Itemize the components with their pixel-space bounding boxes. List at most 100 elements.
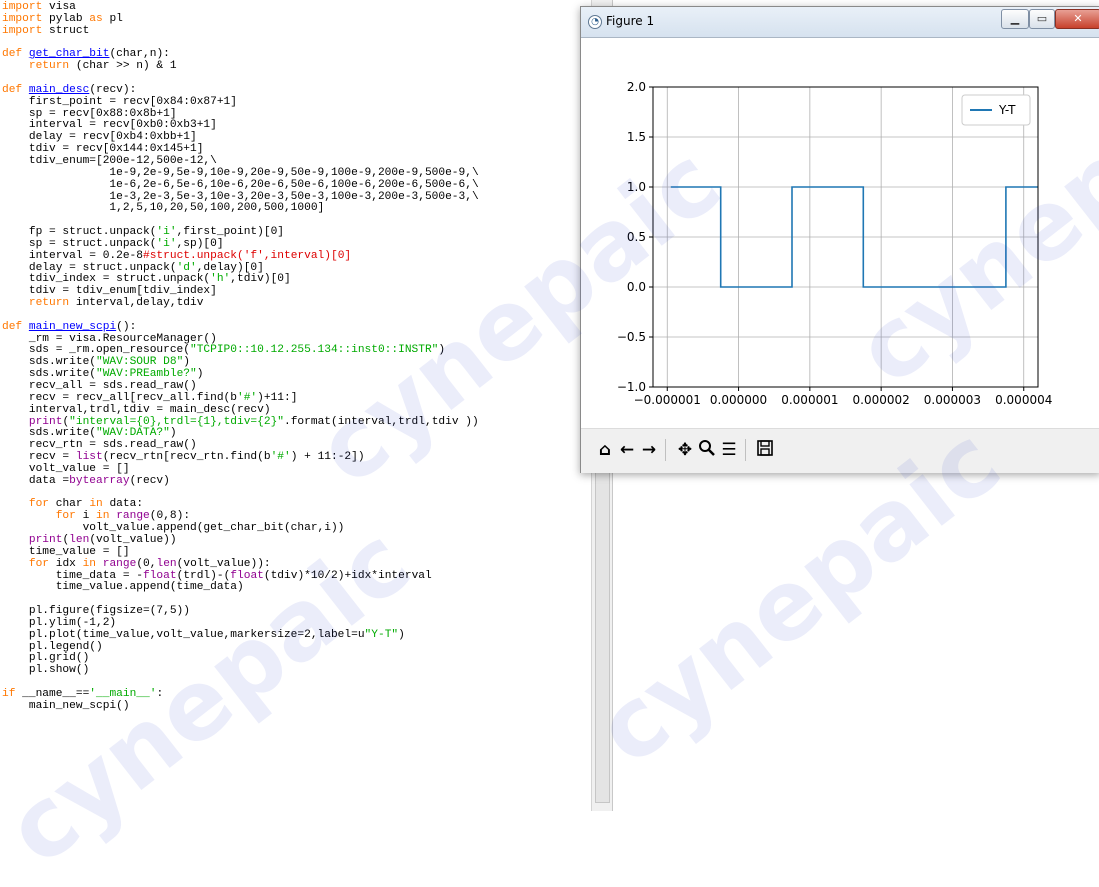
code-token: pl.show() xyxy=(2,664,90,677)
code-token: ) xyxy=(169,427,177,440)
code-line[interactable]: time_value.append(time_data) xyxy=(2,581,479,594)
code-token: data: xyxy=(102,498,144,511)
code-token: )+11:] xyxy=(257,391,298,404)
code-token: ) xyxy=(398,628,405,641)
code-token: recv_rtn = sds.read_raw() xyxy=(2,439,197,452)
back-arrow-icon[interactable]: ← xyxy=(617,439,637,461)
code-token: pl.legend() xyxy=(2,640,103,653)
legend-label: Y-T xyxy=(998,103,1016,117)
code-token: (trdl)-( xyxy=(176,569,231,582)
save-icon[interactable] xyxy=(755,439,775,461)
code-token: range xyxy=(116,510,150,523)
code-token: first_point = recv[0x84:0x87+1] xyxy=(2,95,237,108)
code-token: pl xyxy=(102,12,123,25)
plot-canvas[interactable]: −0.000001 0.000000 0.000001 0.000002 0.00000… xyxy=(581,38,1099,428)
figure-titlebar[interactable]: ◔ Figure 1 ▁ ▭ ✕ xyxy=(581,7,1099,38)
code-token: visa xyxy=(42,1,76,13)
code-token: sds.write( xyxy=(2,356,96,369)
code-token: sp = recv[0x88:0x8b+1] xyxy=(2,107,177,120)
code-token: '__main__' xyxy=(89,687,157,700)
code-line[interactable]: 1,2,5,10,20,50,100,200,500,1000] xyxy=(2,202,479,215)
code-token: 1,2,5,10,20,50,100,200,500,1000] xyxy=(2,202,325,215)
code-token: struct xyxy=(42,24,90,37)
source-code[interactable]: import visa import pylab as pl import stru… xyxy=(2,1,479,713)
code-token: def xyxy=(2,83,23,96)
code-line[interactable]: pl.show() xyxy=(2,664,479,677)
forward-arrow-icon[interactable]: → xyxy=(639,439,659,461)
code-line[interactable]: main_new_scpi() xyxy=(2,699,479,713)
pan-icon[interactable]: ✥ xyxy=(675,439,695,461)
code-token: time_value.append(time_data) xyxy=(2,581,244,594)
code-token: get_char_bit xyxy=(28,48,110,61)
maximize-button[interactable]: ▭ xyxy=(1029,9,1055,29)
code-token: main_new_scpi() xyxy=(2,699,130,712)
code-token: main_desc xyxy=(28,83,90,96)
code-token: "Y-T" xyxy=(364,628,399,641)
code-token: if xyxy=(2,687,16,700)
code-token: interval = recv[0xb0:0xb3+1] xyxy=(2,119,217,132)
code-token: 1e-6,2e-6,5e-6,10e-6,20e-6,50e-6,100e-6,… xyxy=(2,178,479,191)
code-token: 1e-9,2e-9,5e-9,10e-9,20e-9,50e-9,100e-9,… xyxy=(2,166,479,179)
code-token: ) xyxy=(183,356,190,369)
code-token: volt_value.append(get_char_bit(char,i)) xyxy=(2,522,345,535)
code-token: def xyxy=(2,320,23,333)
minimize-button[interactable]: ▁ xyxy=(1001,9,1029,29)
code-token: "WAV:DATA?" xyxy=(96,427,170,440)
code-token: return xyxy=(28,60,70,73)
code-token: as xyxy=(89,12,103,25)
close-button[interactable]: ✕ xyxy=(1055,9,1099,29)
save-glyph xyxy=(757,440,773,456)
code-token: sds.write( xyxy=(2,427,96,440)
code-token: 'i' xyxy=(156,237,177,250)
code-token: (volt_value)): xyxy=(176,557,271,570)
code-token: ) + 11:-2]) xyxy=(290,451,365,464)
code-token: (recv) xyxy=(129,474,170,487)
code-token: recv = recv_all[recv_all.find(b xyxy=(2,391,237,404)
code-token: def xyxy=(2,48,23,61)
code-token: pl.figure(figsize=(7,5)) xyxy=(2,605,190,618)
code-token: tdiv_index = struct.unpack( xyxy=(2,273,211,286)
code-editor[interactable]: import visa import pylab as pl import stru… xyxy=(0,0,613,811)
code-token: bytearray xyxy=(69,474,130,487)
code-token: pl.grid() xyxy=(2,652,90,665)
code-token: for xyxy=(55,510,76,523)
x-tick-label: −0.000001 xyxy=(634,393,701,407)
figure-app-icon: ◔ xyxy=(588,15,602,29)
code-token: .format(interval,trdl,tdiv )) xyxy=(284,415,479,428)
code-line[interactable]: return (char >> n) & 1 xyxy=(2,60,479,73)
code-token: interval = 0.2e-8 xyxy=(2,249,143,262)
code-token: import xyxy=(2,1,43,13)
zoom-icon[interactable] xyxy=(697,439,717,461)
code-token: (0,8): xyxy=(149,510,191,523)
subplots-config-icon[interactable]: ☰ xyxy=(719,439,739,461)
code-token: __name__== xyxy=(15,687,90,700)
code-token: in xyxy=(82,557,97,570)
code-token: #struct.unpack('f',interval)[0] xyxy=(143,249,352,262)
y-tick-label: 0.0 xyxy=(627,280,646,294)
code-line[interactable]: import struct xyxy=(2,24,479,38)
code-token: len xyxy=(69,533,90,546)
figure-window[interactable]: ◔ Figure 1 ▁ ▭ ✕ −0.000001 0.000000 0.0000… xyxy=(580,6,1099,473)
code-token: '#' xyxy=(270,451,291,464)
code-token: (tdiv)*10/2)+idx*interval xyxy=(263,569,432,582)
home-icon[interactable]: ⌂ xyxy=(595,439,615,461)
code-token: recv_all = sds.read_raw() xyxy=(2,380,197,392)
code-token: tdiv_enum=[200e-12,500e-12,\ xyxy=(2,154,217,167)
code-line[interactable]: return interval,delay,tdiv xyxy=(2,297,479,310)
code-token: import xyxy=(2,12,43,25)
code-token: (recv): xyxy=(89,83,137,96)
code-token: interval,trdl,tdiv = main_desc(recv) xyxy=(2,403,271,416)
code-line[interactable]: data =bytearray(recv) xyxy=(2,474,479,488)
x-tick-label: 0.000003 xyxy=(924,393,981,407)
code-token: data = xyxy=(2,474,70,487)
code-token: : xyxy=(156,687,164,700)
code-token: idx xyxy=(49,557,83,570)
y-tick-label: 0.5 xyxy=(627,230,646,244)
code-token: for xyxy=(28,557,50,570)
